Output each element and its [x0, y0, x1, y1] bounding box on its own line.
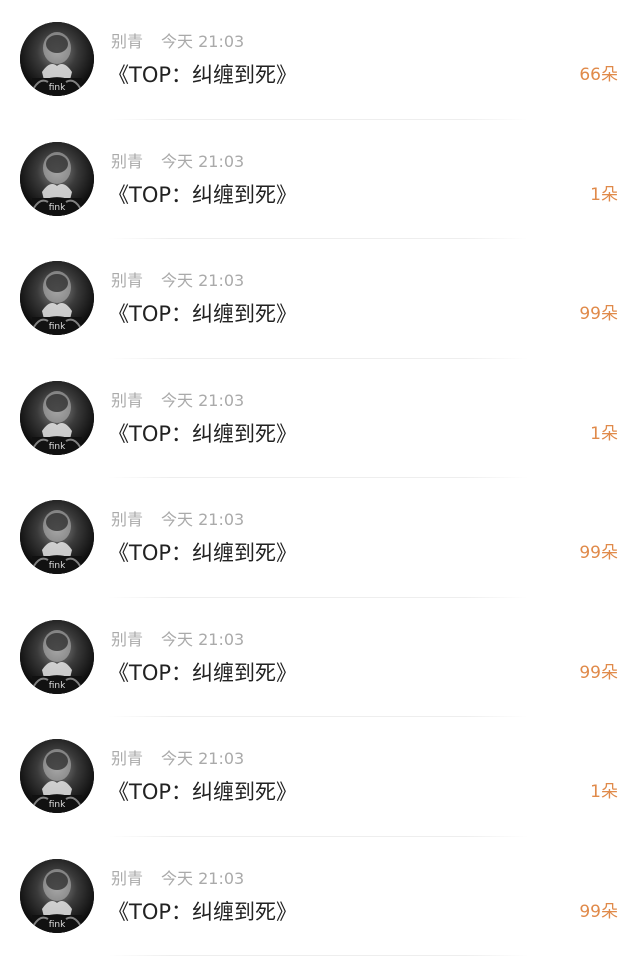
user-avatar[interactable]: ﬁnk: [20, 739, 94, 813]
user-avatar[interactable]: ﬁnk: [20, 500, 94, 574]
comment-text: 《TOP：纠缠到死》: [108, 180, 297, 210]
avatar-photo-icon: ﬁnk: [20, 620, 94, 694]
comment-text: 《TOP：纠缠到死》: [108, 538, 297, 568]
user-avatar[interactable]: ﬁnk: [20, 261, 94, 335]
avatar-photo-icon: ﬁnk: [20, 261, 94, 335]
svg-text:ﬁnk: ﬁnk: [49, 203, 66, 213]
comment-text: 《TOP：纠缠到死》: [108, 60, 297, 90]
timestamp: 今天 21:03: [161, 152, 244, 171]
avatar-photo-icon: ﬁnk: [20, 739, 94, 813]
comment-meta: 别青今天 21:03: [111, 31, 244, 53]
user-avatar[interactable]: ﬁnk: [20, 22, 94, 96]
svg-text:ﬁnk: ﬁnk: [49, 322, 66, 332]
svg-text:ﬁnk: ﬁnk: [49, 681, 66, 691]
comment-item: ﬁnk 别青今天 21:03 《TOP：纠缠到死》 66朵: [0, 0, 640, 120]
user-avatar[interactable]: ﬁnk: [20, 381, 94, 455]
comment-item: ﬁnk 别青今天 21:03 《TOP：纠缠到死》 99朵: [0, 598, 640, 718]
flower-count[interactable]: 1朵: [590, 421, 618, 447]
timestamp: 今天 21:03: [161, 510, 244, 529]
username[interactable]: 别青: [111, 869, 143, 888]
avatar-photo-icon: ﬁnk: [20, 500, 94, 574]
comment-item: ﬁnk 别青今天 21:03 《TOP：纠缠到死》 1朵: [0, 120, 640, 240]
user-avatar[interactable]: ﬁnk: [20, 620, 94, 694]
timestamp: 今天 21:03: [161, 391, 244, 410]
timestamp: 今天 21:03: [161, 271, 244, 290]
comment-item: ﬁnk 别青今天 21:03 《TOP：纠缠到死》 99朵: [0, 239, 640, 359]
avatar-photo-icon: ﬁnk: [20, 142, 94, 216]
timestamp: 今天 21:03: [161, 749, 244, 768]
username[interactable]: 别青: [111, 391, 143, 410]
timestamp: 今天 21:03: [161, 630, 244, 649]
comment-text: 《TOP：纠缠到死》: [108, 658, 297, 688]
svg-text:ﬁnk: ﬁnk: [49, 83, 66, 93]
timestamp: 今天 21:03: [161, 32, 244, 51]
flower-count[interactable]: 1朵: [590, 779, 618, 805]
comment-text: 《TOP：纠缠到死》: [108, 419, 297, 449]
comment-text: 《TOP：纠缠到死》: [108, 897, 297, 927]
comment-item: ﬁnk 别青今天 21:03 《TOP：纠缠到死》 99朵: [0, 478, 640, 598]
flower-count[interactable]: 99朵: [579, 540, 618, 566]
comment-meta: 别青今天 21:03: [111, 390, 244, 412]
comment-item: ﬁnk 别青今天 21:03 《TOP：纠缠到死》 1朵: [0, 717, 640, 837]
avatar-photo-icon: ﬁnk: [20, 22, 94, 96]
comment-item: ﬁnk 别青今天 21:03 《TOP：纠缠到死》 1朵: [0, 359, 640, 479]
flower-count[interactable]: 99朵: [579, 899, 618, 925]
username[interactable]: 别青: [111, 510, 143, 529]
comment-text: 《TOP：纠缠到死》: [108, 299, 297, 329]
username[interactable]: 别青: [111, 630, 143, 649]
timestamp: 今天 21:03: [161, 869, 244, 888]
user-avatar[interactable]: ﬁnk: [20, 142, 94, 216]
username[interactable]: 别青: [111, 152, 143, 171]
svg-text:ﬁnk: ﬁnk: [49, 800, 66, 810]
comment-item: ﬁnk 别青今天 21:03 《TOP：纠缠到死》 99朵: [0, 837, 640, 956]
comment-meta: 别青今天 21:03: [111, 151, 244, 173]
comment-list: ﬁnk 别青今天 21:03 《TOP：纠缠到死》 66朵: [0, 0, 640, 946]
avatar-photo-icon: ﬁnk: [20, 381, 94, 455]
username[interactable]: 别青: [111, 749, 143, 768]
comment-meta: 别青今天 21:03: [111, 270, 244, 292]
comment-text: 《TOP：纠缠到死》: [108, 777, 297, 807]
comment-meta: 别青今天 21:03: [111, 629, 244, 651]
svg-text:ﬁnk: ﬁnk: [49, 920, 66, 930]
comment-meta: 别青今天 21:03: [111, 868, 244, 890]
flower-count[interactable]: 99朵: [579, 301, 618, 327]
flower-count[interactable]: 99朵: [579, 660, 618, 686]
avatar-photo-icon: ﬁnk: [20, 859, 94, 933]
svg-text:ﬁnk: ﬁnk: [49, 561, 66, 571]
username[interactable]: 别青: [111, 32, 143, 51]
svg-text:ﬁnk: ﬁnk: [49, 442, 66, 452]
comment-meta: 别青今天 21:03: [111, 509, 244, 531]
user-avatar[interactable]: ﬁnk: [20, 859, 94, 933]
flower-count[interactable]: 66朵: [579, 62, 618, 88]
username[interactable]: 别青: [111, 271, 143, 290]
comment-meta: 别青今天 21:03: [111, 748, 244, 770]
flower-count[interactable]: 1朵: [590, 182, 618, 208]
